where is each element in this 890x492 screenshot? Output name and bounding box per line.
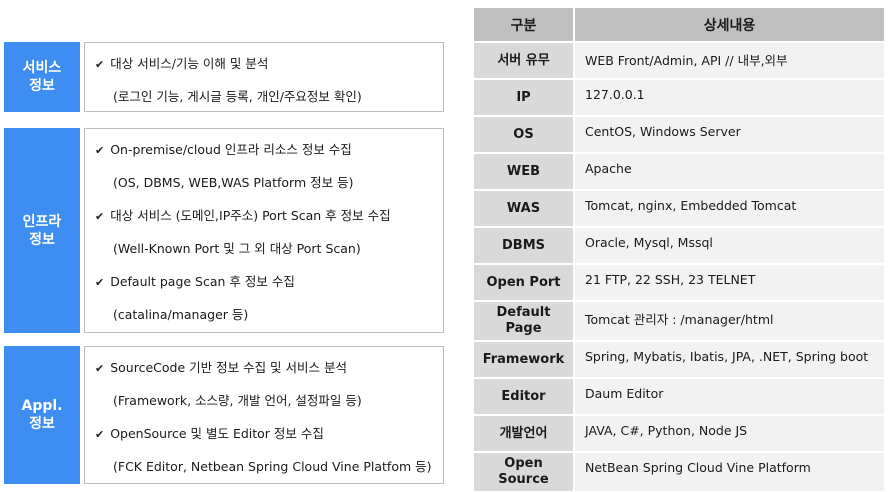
table-header-row: 구분 상세내용	[474, 8, 884, 43]
header-category: 구분	[474, 8, 575, 43]
row-value: 127.0.0.1	[574, 79, 884, 117]
row-value: JAVA, C#, Python, Node JS	[574, 415, 884, 453]
section-infra-info: 인프라 정보 On-premise/cloud 인프라 리소스 정보 수집 (O…	[4, 128, 444, 333]
table-row: DBMS Oracle, Mysql, Mssql	[474, 227, 884, 265]
table-row: 개발언어 JAVA, C#, Python, Node JS	[474, 415, 884, 453]
table-row: OS CentOS, Windows Server	[474, 116, 884, 154]
sub-item: (OS, DBMS, WEB,WAS Platform 정보 등)	[113, 175, 354, 190]
section-content: On-premise/cloud 인프라 리소스 정보 수집 (OS, DBMS…	[84, 128, 444, 333]
section-content: 대상 서비스/기능 이해 및 분석 (로그인 기능, 게시글 등록, 개인/주요…	[84, 42, 444, 112]
section-label: 인프라 정보	[4, 128, 80, 333]
row-value: CentOS, Windows Server	[574, 116, 884, 154]
row-value: Spring, Mybatis, Ibatis, JPA, .NET, Spri…	[574, 341, 884, 379]
table-row: WEB Apache	[474, 153, 884, 191]
row-value: Apache	[574, 153, 884, 191]
row-key: Open Port	[474, 264, 575, 302]
row-value: 21 FTP, 22 SSH, 23 TELNET	[574, 264, 884, 302]
row-key: 서버 유무	[474, 42, 575, 80]
section-content: SourceCode 기반 정보 수집 및 서비스 분석 (Framework,…	[84, 346, 444, 484]
section-label: Appl. 정보	[4, 346, 80, 484]
row-value: Tomcat 관리자 : /manager/html	[574, 301, 884, 342]
row-key: OS	[474, 116, 575, 154]
header-detail: 상세내용	[574, 8, 884, 43]
row-key: WEB	[474, 153, 575, 191]
sub-item: (로그인 기능, 게시글 등록, 개인/주요정보 확인)	[113, 89, 362, 104]
section-service-info: 서비스 정보 대상 서비스/기능 이해 및 분석 (로그인 기능, 게시글 등록…	[4, 42, 444, 112]
row-key: Framework	[474, 341, 575, 379]
table-row: Editor Daum Editor	[474, 378, 884, 416]
bullet-item: OpenSource 및 별도 Editor 정보 수집	[95, 423, 443, 456]
row-value: Tomcat, nginx, Embedded Tomcat	[574, 190, 884, 228]
row-value: Oracle, Mysql, Mssql	[574, 227, 884, 265]
table-row: Open Source NetBean Spring Cloud Vine Pla…	[474, 452, 884, 492]
row-value: WEB Front/Admin, API // 내부,외부	[574, 42, 884, 80]
sub-item: (catalina/manager 등)	[113, 307, 249, 322]
row-key: DBMS	[474, 227, 575, 265]
table-row: Framework Spring, Mybatis, Ibatis, JPA, …	[474, 341, 884, 379]
sub-item: (Well-Known Port 및 그 외 대상 Port Scan)	[113, 241, 361, 256]
bullet-item: SourceCode 기반 정보 수집 및 서비스 분석	[95, 357, 443, 390]
row-key: WAS	[474, 190, 575, 228]
bullet-item: Default page Scan 후 정보 수집	[95, 271, 443, 304]
row-key: Default Page	[474, 301, 575, 342]
sub-item: (Framework, 소스량, 개발 언어, 설정파일 등)	[113, 393, 362, 408]
table-row: Open Port 21 FTP, 22 SSH, 23 TELNET	[474, 264, 884, 302]
table-row: Default Page Tomcat 관리자 : /manager/html	[474, 301, 884, 342]
row-value: Daum Editor	[574, 378, 884, 416]
table-row: 서버 유무 WEB Front/Admin, API // 내부,외부	[474, 42, 884, 80]
row-key: IP	[474, 79, 575, 117]
row-key: 개발언어	[474, 415, 575, 453]
row-key: Open Source	[474, 452, 575, 492]
bullet-item: 대상 서비스/기능 이해 및 분석	[95, 53, 443, 86]
section-appl-info: Appl. 정보 SourceCode 기반 정보 수집 및 서비스 분석 (F…	[4, 346, 444, 484]
bullet-item: 대상 서비스 (도메인,IP주소) Port Scan 후 정보 수집	[95, 205, 443, 238]
section-label: 서비스 정보	[4, 42, 80, 112]
row-key: Editor	[474, 378, 575, 416]
sub-item: (FCK Editor, Netbean Spring Cloud Vine P…	[113, 459, 432, 474]
table-row: WAS Tomcat, nginx, Embedded Tomcat	[474, 190, 884, 228]
row-value: NetBean Spring Cloud Vine Platform	[574, 452, 884, 492]
info-table: 구분 상세내용 서버 유무 WEB Front/Admin, API // 내부…	[474, 8, 884, 492]
table-row: IP 127.0.0.1	[474, 79, 884, 117]
bullet-item: On-premise/cloud 인프라 리소스 정보 수집	[95, 139, 443, 172]
